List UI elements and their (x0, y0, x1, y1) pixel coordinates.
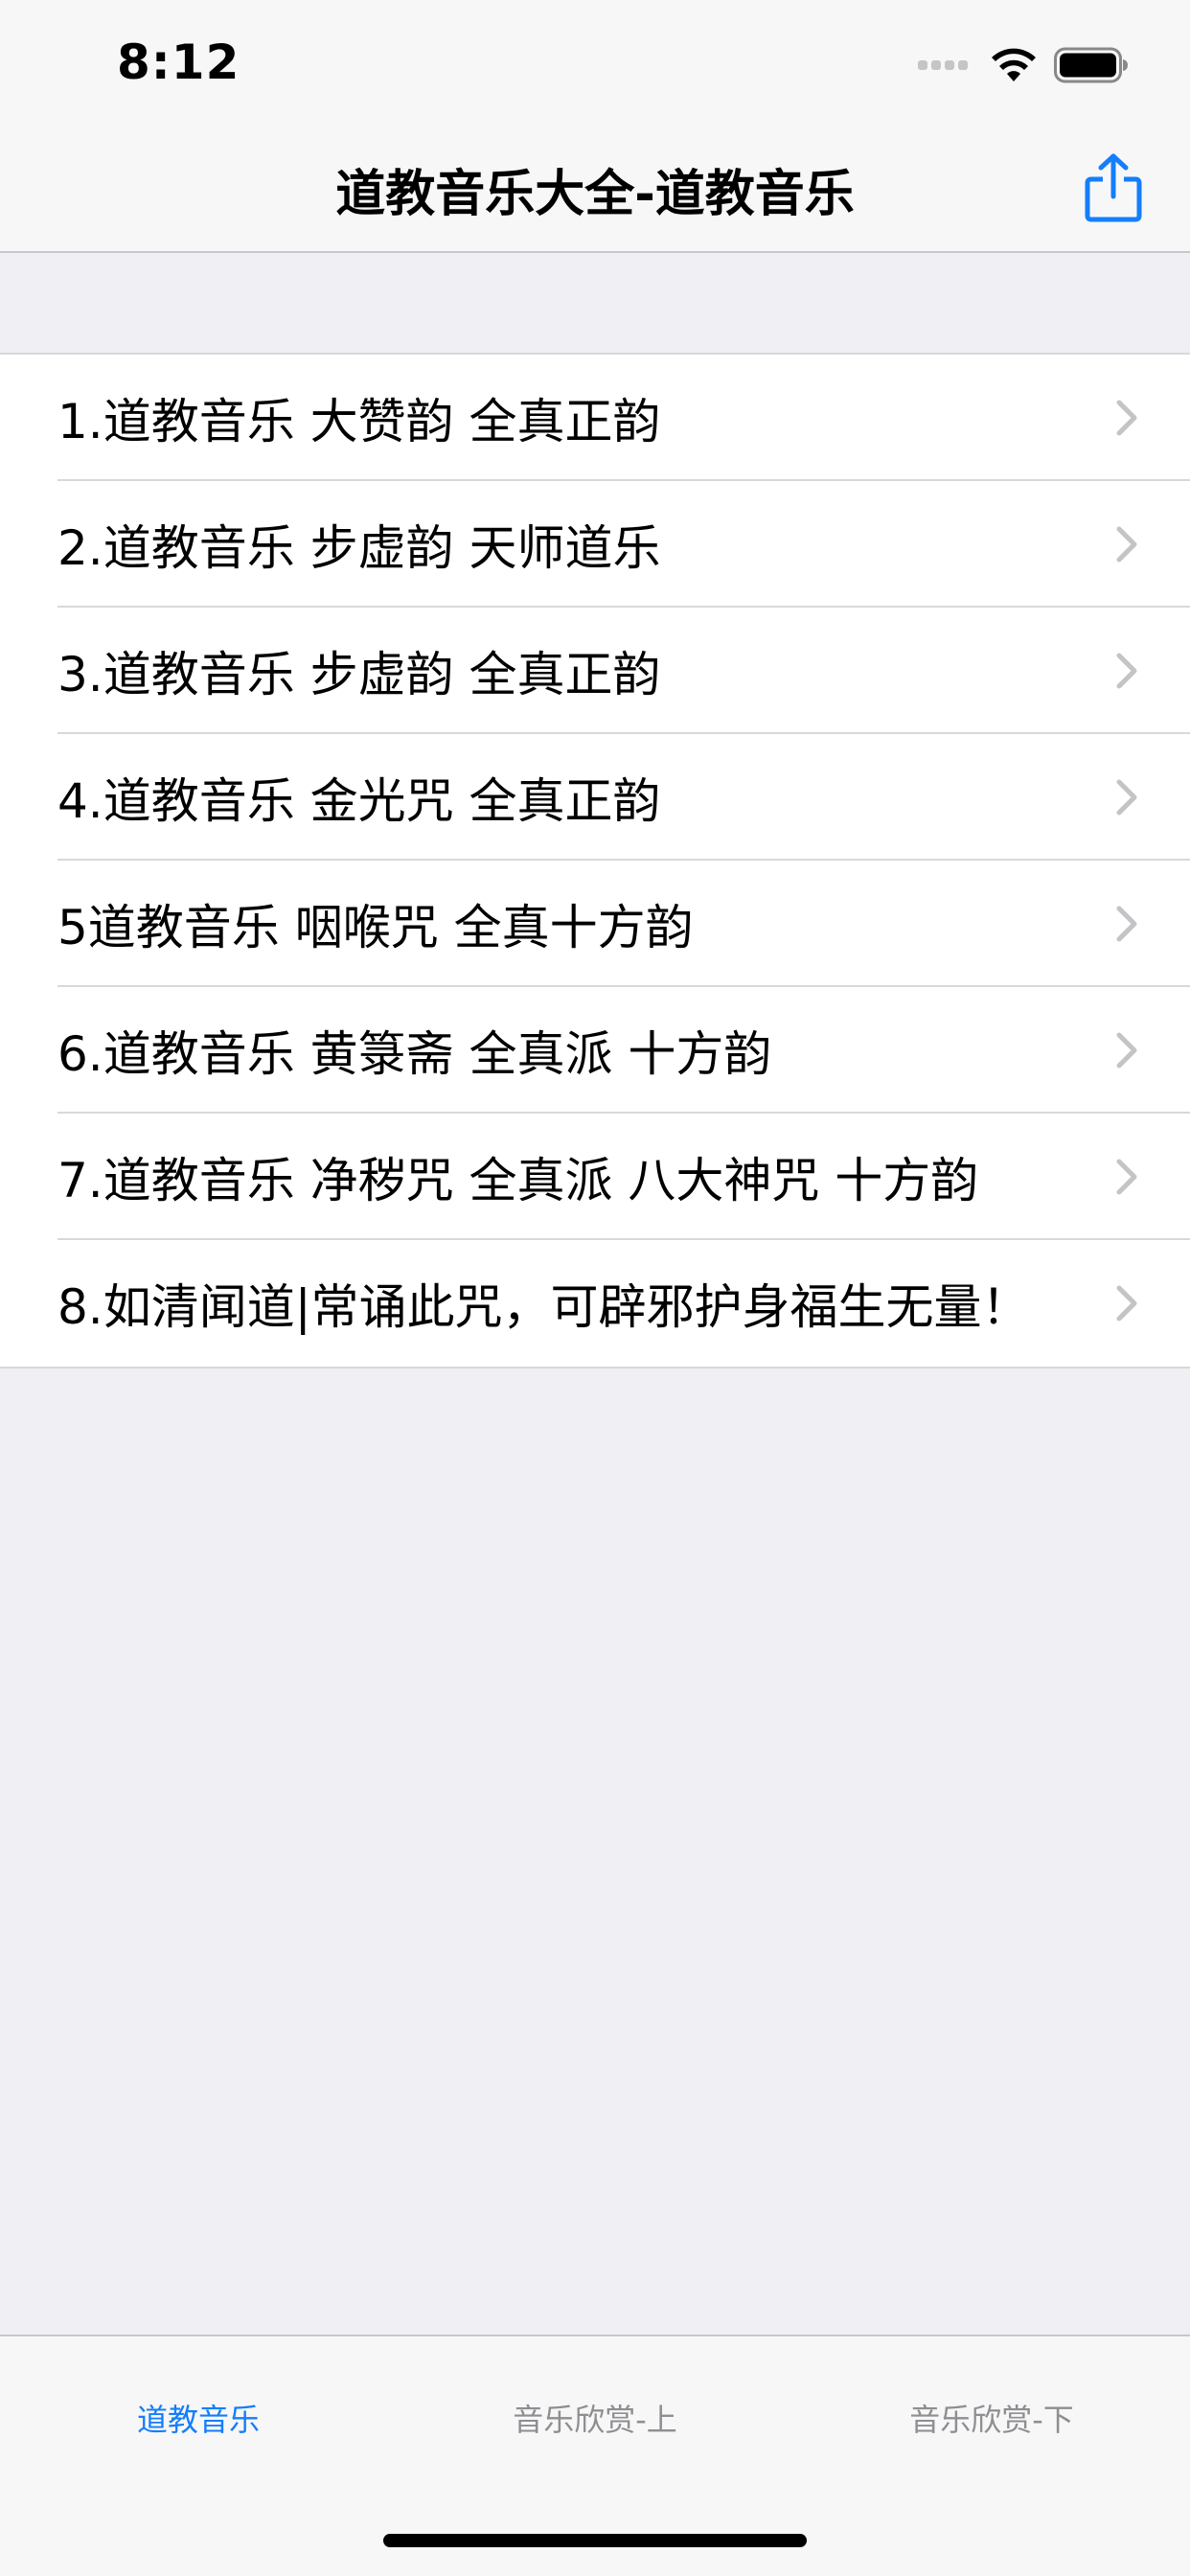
list-item[interactable]: 3.道教音乐 步虚韵 全真正韵 (0, 608, 1190, 734)
list-item-label: 5道教音乐 咽喉咒 全真十方韵 (57, 900, 694, 955)
share-icon (1085, 153, 1142, 222)
tab-taoist-music[interactable]: 道教音乐 (0, 2396, 397, 2440)
page-title: 道教音乐大全-道教音乐 (335, 166, 855, 223)
list-item-label: 2.道教音乐 步虚韵 天师道乐 (57, 520, 661, 576)
chevron-right-icon (1116, 653, 1137, 689)
home-indicator[interactable] (383, 2534, 807, 2547)
list-item-label: 4.道教音乐 金光咒 全真正韵 (57, 773, 661, 829)
chevron-right-icon (1116, 400, 1137, 436)
list-item-label: 1.道教音乐 大赞韵 全真正韵 (57, 394, 661, 449)
list-item[interactable]: 7.道教音乐 净秽咒 全真派 八大神咒 十方韵 (0, 1114, 1190, 1240)
list-item-label: 7.道教音乐 净秽咒 全真派 八大神咒 十方韵 (57, 1153, 979, 1208)
chevron-right-icon (1116, 1159, 1137, 1195)
list-item-label: 3.道教音乐 步虚韵 全真正韵 (57, 647, 661, 702)
list-item[interactable]: 2.道教音乐 步虚韵 天师道乐 (0, 481, 1190, 608)
chevron-right-icon (1116, 779, 1137, 816)
list-item[interactable]: 1.道教音乐 大赞韵 全真正韵 (0, 355, 1190, 481)
list-item[interactable]: 6.道教音乐 黄箓斋 全真派 十方韵 (0, 987, 1190, 1114)
tab-music-appreciation-part-2[interactable]: 音乐欣赏-下 (793, 2396, 1190, 2440)
list-item[interactable]: 5道教音乐 咽喉咒 全真十方韵 (0, 861, 1190, 987)
status-bar: 8:12 (0, 0, 1190, 126)
chevron-right-icon (1116, 526, 1137, 563)
chevron-right-icon (1116, 906, 1137, 942)
list-item[interactable]: 4.道教音乐 金光咒 全真正韵 (0, 734, 1190, 861)
chevron-right-icon (1116, 1032, 1137, 1069)
status-icons (918, 42, 1129, 88)
list-item-label: 6.道教音乐 黄箓斋 全真派 十方韵 (57, 1026, 772, 1082)
share-button[interactable] (1079, 150, 1148, 226)
chevron-right-icon (1116, 1285, 1137, 1322)
list-item-label: 8.如清闻道|常诵此咒，可辟邪护身福生无量！ (57, 1279, 1030, 1335)
list-item[interactable]: 8.如清闻道|常诵此咒，可辟邪护身福生无量！ (0, 1240, 1190, 1367)
cellular-signal-icon (918, 60, 968, 70)
status-time: 8:12 (117, 34, 240, 90)
navigation-bar: 道教音乐大全-道教音乐 (0, 126, 1190, 253)
track-list: 1.道教音乐 大赞韵 全真正韵 2.道教音乐 步虚韵 天师道乐 3.道教音乐 步… (0, 353, 1190, 1368)
tab-music-appreciation-part-1[interactable]: 音乐欣赏-上 (397, 2396, 793, 2440)
wifi-icon (992, 48, 1036, 81)
battery-icon (1054, 47, 1128, 83)
